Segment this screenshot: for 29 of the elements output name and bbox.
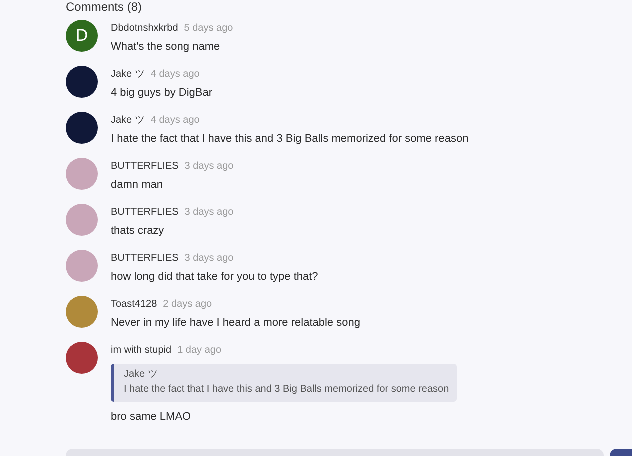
comment-text: What's the song name xyxy=(111,41,222,54)
comment-text: thats crazy xyxy=(111,225,166,238)
comment-author: Jake ツ xyxy=(111,115,145,127)
comment-time: 3 days ago xyxy=(184,207,234,219)
quoted-author: Jake ツ xyxy=(124,369,159,381)
comment-text: Never in my life have I heard a more relatable song xyxy=(111,317,360,330)
comments-heading: Comments (8) xyxy=(66,0,144,14)
comment-author: Dbdotnshxkrbd xyxy=(111,23,178,35)
comment-time: 3 days ago xyxy=(184,253,234,265)
comment-time: 1 day ago xyxy=(178,345,222,357)
comment-time: 3 days ago xyxy=(184,161,234,173)
comment-text: how long did that take for you to type that? xyxy=(111,271,318,284)
comment-author: BUTTERFLIES xyxy=(111,207,179,219)
comment-author: im with stupid xyxy=(111,345,172,357)
comment-author: Jake ツ xyxy=(111,69,145,81)
comment-text: damn man xyxy=(111,179,164,192)
comment-author: BUTTERFLIES xyxy=(111,253,179,265)
send-button[interactable] xyxy=(610,449,632,456)
comment-text: 4 big guys by DigBar xyxy=(111,87,212,100)
comment-text: I hate the fact that I have this and 3 Big Balls memorized for some reason xyxy=(111,133,469,146)
comment-time: 4 days ago xyxy=(150,69,200,81)
letter-avatar: D xyxy=(66,20,98,52)
comment-text: bro same LMAO xyxy=(111,411,192,424)
comment-time: 4 days ago xyxy=(150,115,200,127)
comment-time: 5 days ago xyxy=(184,23,234,35)
comment-author: Toast4128 xyxy=(111,299,158,311)
quoted-text: I hate the fact that I have this and 3 Big Balls memorized for some reason xyxy=(124,384,450,396)
comment-author: BUTTERFLIES xyxy=(111,161,179,173)
comment-time: 2 days ago xyxy=(163,299,212,311)
